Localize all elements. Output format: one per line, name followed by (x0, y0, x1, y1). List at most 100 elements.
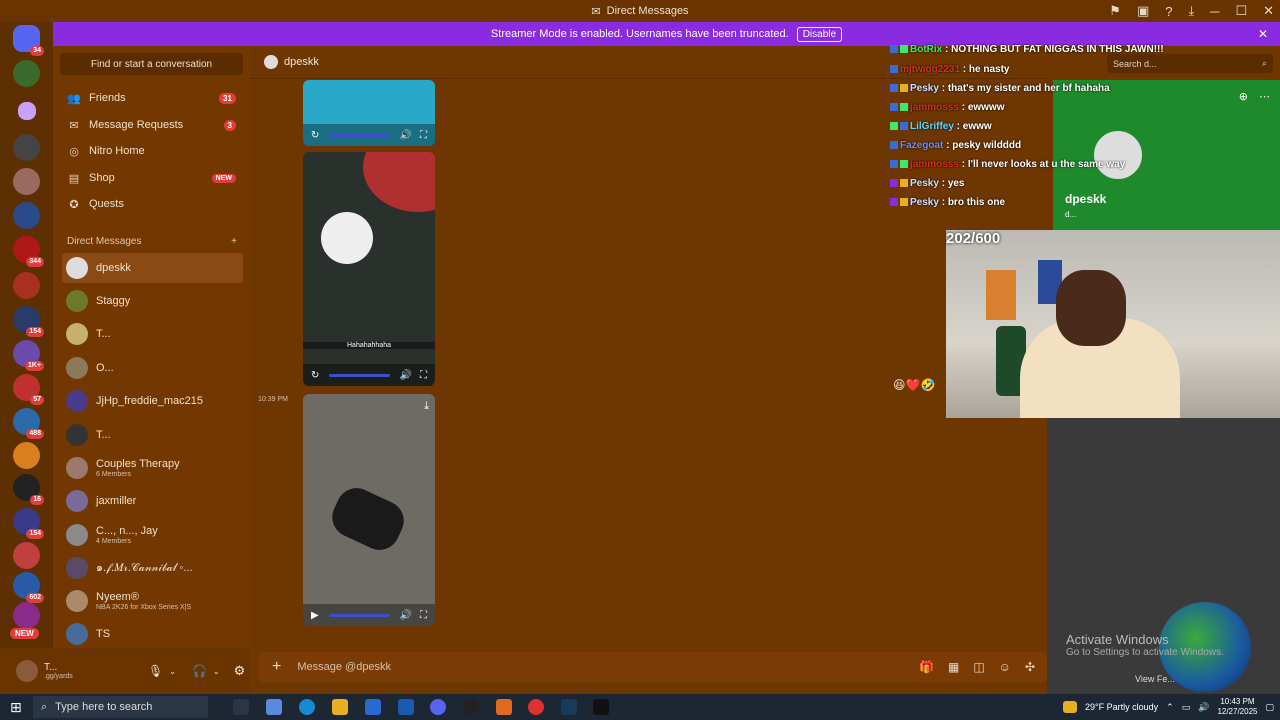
clock[interactable]: 10:43 PM 12/27/2025 (1217, 697, 1257, 717)
minimize-button[interactable]: ─ (1210, 4, 1219, 19)
windows-start-icon[interactable]: ⊞ (10, 699, 22, 716)
sticker-icon[interactable]: ◫ (973, 660, 984, 674)
volume-icon[interactable]: 🔊 (1198, 702, 1209, 713)
reaction-bar[interactable]: 😆❤️🤣 (893, 378, 935, 392)
maximize-button[interactable]: ☐ (1235, 3, 1247, 19)
microphone-icon[interactable]: 🎙 (148, 664, 163, 678)
copilot-icon[interactable] (266, 699, 282, 715)
emoji-icon[interactable]: ☺ (999, 660, 1011, 674)
disable-button[interactable]: Disable (796, 26, 843, 42)
dm-item[interactable]: TS (62, 619, 243, 649)
dm-item[interactable]: C..., n..., Jay 4 Members (62, 520, 243, 550)
server-icon[interactable]: 488 (13, 408, 44, 439)
video-attachment[interactable]: ⤓ ▶ 🔊 ⛶ (303, 394, 435, 626)
app-icon[interactable] (496, 699, 512, 715)
play-icon[interactable]: ▶ (311, 610, 319, 621)
fullscreen-icon[interactable]: ⛶ (420, 610, 427, 621)
add-attachment-icon[interactable]: + (272, 658, 281, 676)
dm-item[interactable]: dpeskk (62, 253, 243, 283)
dm-item[interactable]: JjHp_freddie_mac215 (62, 386, 243, 416)
outlook-icon[interactable] (398, 699, 414, 715)
server-icon[interactable]: 154 (13, 508, 44, 539)
view-feed-link[interactable]: View Fe... (1135, 674, 1175, 684)
add-dm-icon[interactable]: + (231, 236, 237, 247)
add-friend-icon[interactable]: ⊕ (1239, 90, 1248, 103)
server-icon[interactable] (13, 60, 40, 87)
headset-icon[interactable]: 🎧 (192, 664, 207, 678)
nav-friends[interactable]: 👥 Friends 31 (62, 86, 242, 110)
nav-message-requests[interactable]: ✉ Message Requests 3 (62, 113, 242, 137)
weather-text[interactable]: 29°F Partly cloudy (1085, 702, 1158, 712)
edge-icon[interactable] (299, 699, 315, 715)
taskbar-search[interactable]: ⌕ Type here to search (33, 696, 208, 718)
fullscreen-icon[interactable]: ⛶ (420, 130, 427, 141)
notification-icon[interactable]: ▢ (1265, 702, 1274, 713)
progress-bar[interactable] (329, 133, 390, 137)
nav-quests[interactable]: ✪ Quests (62, 192, 242, 216)
chevron-up-icon[interactable]: ⌃ (1166, 702, 1174, 713)
dm-item[interactable]: T... (62, 420, 243, 450)
dm-item[interactable]: Staggy (62, 286, 243, 316)
steam-icon[interactable] (561, 699, 577, 715)
obs-icon[interactable] (463, 699, 479, 715)
nav-shop[interactable]: ▤ Shop NEW (62, 166, 242, 190)
progress-bar[interactable] (329, 373, 390, 377)
replay-icon[interactable]: ↻ (311, 370, 319, 381)
volume-icon[interactable]: 🔊 (400, 370, 412, 381)
more-icon[interactable]: ⋯ (1259, 90, 1270, 103)
close-button[interactable]: ✕ (1263, 3, 1274, 19)
server-icon[interactable] (13, 542, 40, 569)
server-icon[interactable]: 57 (13, 374, 44, 405)
task-view-icon[interactable] (233, 699, 249, 715)
server-icon[interactable]: 154 (13, 306, 44, 337)
fullscreen-icon[interactable]: ⛶ (420, 370, 427, 381)
chrome-icon[interactable] (528, 699, 544, 715)
find-conversation-button[interactable]: Find or start a conversation (60, 53, 243, 75)
gif-icon[interactable]: ▦ (948, 660, 959, 674)
video-attachment[interactable]: ↻ 🔊 ⛶ (303, 80, 435, 146)
banner-close-icon[interactable]: ✕ (1258, 27, 1268, 41)
gift-icon[interactable]: 🎁 (919, 660, 934, 674)
message-input[interactable]: Message @dpeskk (297, 661, 391, 673)
dm-item[interactable]: T... (62, 319, 243, 349)
download-icon[interactable]: ⤓ (1188, 3, 1194, 19)
chevron-down-icon[interactable]: ⌄ (169, 667, 176, 676)
overlay-icon[interactable]: ▣ (1137, 3, 1149, 19)
dm-item[interactable]: O... (62, 353, 243, 383)
dm-item[interactable]: Couples Therapy 6 Members (62, 453, 243, 483)
volume-icon[interactable]: 🔊 (400, 130, 412, 141)
video-attachment[interactable]: Hahahahhaha ↻ 🔊 ⛶ (303, 152, 435, 386)
inbox-icon[interactable]: ⚑ (1109, 3, 1121, 19)
progress-bar[interactable] (328, 613, 390, 617)
volume-icon[interactable]: 🔊 (400, 610, 412, 621)
avatar[interactable] (16, 660, 38, 682)
server-icon[interactable]: 16 (13, 474, 44, 505)
dm-item[interactable]: ๑.𝒻.𝑀𝓇.𝒞𝒶𝓃𝓃𝒾𝒷𝒶𝓁 ◦... (62, 553, 243, 583)
server-icon[interactable]: 602 (13, 572, 44, 603)
chevron-down-icon[interactable]: ⌄ (213, 667, 220, 676)
server-icon[interactable] (13, 168, 40, 195)
home-server-icon[interactable]: 34 (13, 25, 44, 56)
nav-nitro-home[interactable]: ◎ Nitro Home (62, 139, 242, 163)
store-icon[interactable] (365, 699, 381, 715)
server-icon[interactable] (13, 602, 40, 629)
folder-icon[interactable] (18, 102, 36, 120)
gear-icon[interactable]: ⚙ (234, 663, 246, 679)
server-icon[interactable] (13, 272, 40, 299)
download-icon[interactable]: ⤓ (424, 400, 429, 413)
server-icon[interactable]: 344 (13, 236, 44, 267)
apps-icon[interactable]: ✣ (1025, 660, 1035, 674)
replay-icon[interactable]: ↻ (311, 130, 319, 141)
dm-item[interactable]: Nyeem® NBA 2K26 for Xbox Series X|S (62, 586, 243, 616)
file-explorer-icon[interactable] (332, 699, 348, 715)
server-icon[interactable] (13, 442, 40, 469)
help-icon[interactable]: ? (1165, 4, 1172, 19)
dm-item[interactable]: jaxmiller (62, 486, 243, 516)
server-icon[interactable] (13, 202, 40, 229)
weather-icon[interactable] (1063, 701, 1078, 713)
network-icon[interactable]: ▭ (1182, 702, 1191, 713)
server-icon[interactable] (13, 134, 40, 161)
server-icon[interactable]: 1K+ (13, 340, 44, 371)
app-icon[interactable] (593, 699, 609, 715)
discord-icon[interactable] (430, 699, 446, 715)
